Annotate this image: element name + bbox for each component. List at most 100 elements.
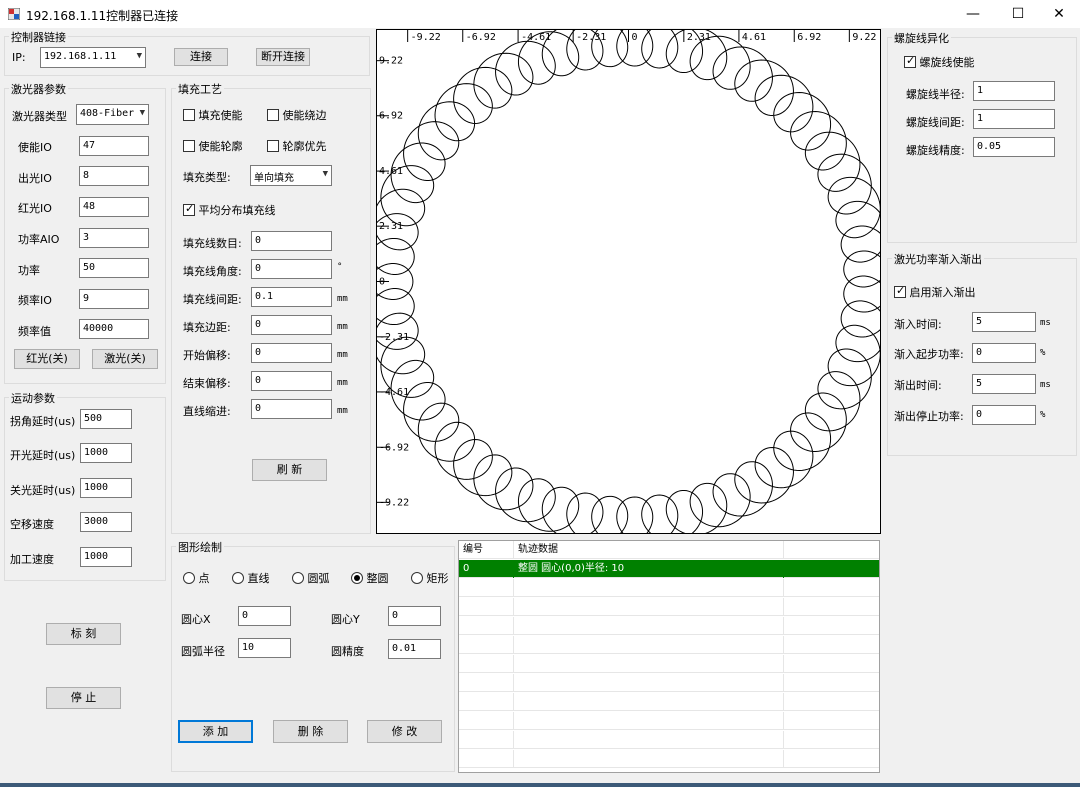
laser-on-delay-input[interactable]: 1000 [80,443,132,463]
table-cell-id [459,617,514,635]
table-row[interactable] [459,750,879,768]
track-table[interactable]: 编号 轨迹数据 0 整圆 圆心(0,0)半径: 10 [458,540,880,773]
radio-rectangle[interactable]: 矩形 [411,570,449,586]
radius-input[interactable]: 10 [238,638,291,658]
spiral-group-title: 螺旋线异化 [892,30,951,46]
ramp-in-time-input[interactable]: 5 [972,312,1036,332]
line-indent-input[interactable]: 0 [251,399,332,419]
table-cell-id [459,655,514,673]
radio-button[interactable] [183,572,195,584]
unit-label: ms [1040,380,1051,390]
jump-speed-input[interactable]: 3000 [80,512,132,532]
enable-io-input[interactable]: 47 [79,136,149,156]
wrap-edge-checkbox[interactable]: 使能绕边 [267,107,327,123]
ramp-enable-checkbox[interactable]: 启用渐入渐出 [894,284,976,300]
fill-type-combobox[interactable]: 单向填充 ▼ [250,165,332,186]
preview-canvas[interactable]: -9.22 -6.92 -4.61 -2.31 0 2.31 4.61 6.92 9.22 9.… [364,17,893,546]
laser-off-delay-input[interactable]: 1000 [80,478,132,498]
checkbox-box[interactable] [894,284,906,298]
corner-delay-input[interactable]: 500 [80,409,132,429]
chevron-down-icon[interactable]: ▼ [323,169,328,179]
chevron-down-icon[interactable]: ▼ [137,51,142,61]
mark-button[interactable]: 标 刻 [46,623,121,645]
column-header-track[interactable]: 轨迹数据 [514,541,784,559]
checkbox-box[interactable] [183,202,195,216]
start-offset-input[interactable]: 0 [251,343,332,363]
spiral-radius-input[interactable]: 1 [973,81,1055,101]
checkbox-box[interactable] [183,109,195,121]
add-button[interactable]: 添 加 [178,720,253,743]
radio-point[interactable]: 点 [183,570,210,586]
ruler-tick-label: -9.22 [379,497,409,508]
fill-angle-input[interactable]: 0 [251,259,332,279]
checkbox-box[interactable] [267,140,279,152]
table-row[interactable] [459,636,879,654]
fill-margin-input[interactable]: 0 [251,315,332,335]
mark-speed-input[interactable]: 1000 [80,547,132,567]
chevron-down-icon[interactable]: ▼ [140,108,145,118]
close-button[interactable]: ✕ [1036,0,1080,28]
checkbox-box[interactable] [183,140,195,152]
fill-line-count-input[interactable]: 0 [251,231,332,251]
fill-enable-checkbox[interactable]: 填充使能 [183,107,243,123]
even-distribute-checkbox[interactable]: 平均分布填充线 [183,202,276,218]
laser-field-label: 功率 [18,264,40,277]
table-row[interactable]: 0 整圆 圆心(0,0)半径: 10 [459,560,879,578]
laser-type-combobox[interactable]: 408-Fiber ▼ [76,104,149,125]
ramp-out-time-input[interactable]: 5 [972,374,1036,394]
end-offset-input[interactable]: 0 [251,371,332,391]
minimize-button[interactable]: — [950,0,996,28]
frequency-value-input[interactable]: 40000 [79,319,149,339]
checkbox-box[interactable] [904,54,916,68]
stop-button[interactable]: 停 止 [46,687,121,709]
fill-spacing-input[interactable]: 0.1 [251,287,332,307]
delete-button[interactable]: 删 除 [273,720,348,743]
red-io-input[interactable]: 48 [79,197,149,217]
center-x-input[interactable]: 0 [238,606,291,626]
power-input[interactable]: 50 [79,258,149,278]
connect-button[interactable]: 连接 [174,48,228,66]
contour-enable-checkbox[interactable]: 使能轮廓 [183,138,243,154]
spiral-spacing-input[interactable]: 1 [973,109,1055,129]
maximize-button[interactable]: ☐ [995,0,1041,28]
red-light-button[interactable]: 红光(关) [14,349,80,369]
refresh-button[interactable]: 刷 新 [252,459,327,481]
radio-button[interactable] [232,572,244,584]
radio-arc[interactable]: 圆弧 [292,570,330,586]
spiral-field-label: 螺旋线精度: [906,144,965,157]
checkbox-box[interactable] [267,109,279,121]
precision-input[interactable]: 0.01 [388,639,441,659]
ip-combobox[interactable]: 192.168.1.11 ▼ [40,47,146,68]
table-row[interactable] [459,693,879,711]
frequency-io-input[interactable]: 9 [79,289,149,309]
center-y-input[interactable]: 0 [388,606,441,626]
table-row[interactable] [459,598,879,616]
column-header-id[interactable]: 编号 [459,541,514,559]
radio-button[interactable] [351,572,363,584]
radio-button[interactable] [292,572,304,584]
table-row[interactable] [459,674,879,692]
spiral-precision-input[interactable]: 0.05 [973,137,1055,157]
modify-button[interactable]: 修 改 [367,720,442,743]
fill-field-label: 填充线数目: [183,237,242,250]
ramp-out-power-input[interactable]: 0 [972,405,1036,425]
radio-line[interactable]: 直线 [232,570,270,586]
contour-first-checkbox[interactable]: 轮廓优先 [267,138,327,154]
emit-io-input[interactable]: 8 [79,166,149,186]
table-row[interactable] [459,731,879,749]
spiral-enable-checkbox[interactable]: 螺旋线使能 [904,54,975,70]
table-row[interactable] [459,579,879,597]
table-row[interactable] [459,617,879,635]
table-cell-id [459,598,514,616]
disconnect-button[interactable]: 断开连接 [256,48,310,66]
ramp-in-power-input[interactable]: 0 [972,343,1036,363]
laser-light-button[interactable]: 激光(关) [92,349,158,369]
ramp-field-label: 渐入时间: [894,318,942,331]
ruler-tick-label: 0 [632,32,638,43]
ruler-tick-label: -2.31 [576,32,606,43]
table-row[interactable] [459,712,879,730]
table-row[interactable] [459,655,879,673]
radio-button[interactable] [411,572,423,584]
radio-circle[interactable]: 整圆 [351,570,389,586]
power-aio-input[interactable]: 3 [79,228,149,248]
